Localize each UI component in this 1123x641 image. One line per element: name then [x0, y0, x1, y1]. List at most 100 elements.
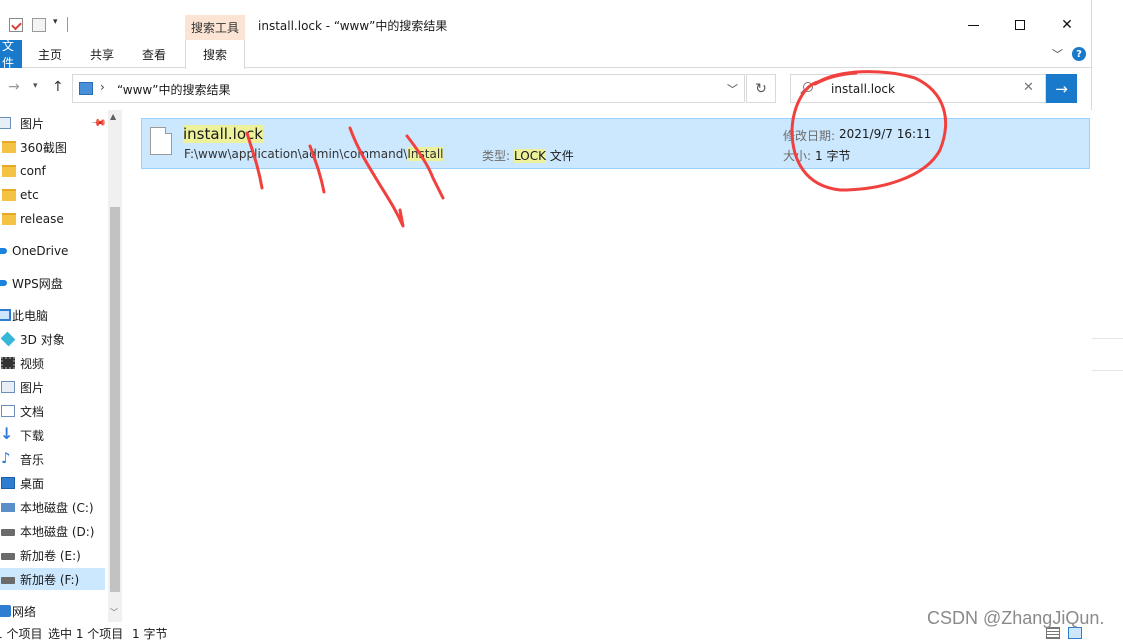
- nav-item-label: 360截图: [20, 140, 67, 155]
- address-dropdown-icon[interactable]: ﹀: [727, 81, 738, 97]
- search-results-icon: [79, 82, 93, 95]
- navigation-pane: 图片 📌 360截图 conf etc release OneDrive WPS…: [0, 110, 122, 622]
- nav-item-label: 桌面: [20, 476, 45, 491]
- minimize-button[interactable]: [950, 10, 996, 40]
- address-row: → ▾ ↑ › “www”中的搜索结果 ﹀ ↻ install.lock ✕ →: [0, 68, 1092, 110]
- watermark: CSDN @ZhangJiQun.: [927, 608, 1105, 628]
- minimize-icon: [967, 24, 979, 26]
- onedrive-icon: [0, 248, 7, 254]
- file-name[interactable]: install.lock: [183, 125, 263, 143]
- recent-locations-icon[interactable]: ▾: [33, 81, 38, 91]
- address-bar[interactable]: › “www”中的搜索结果 ﹀: [72, 74, 745, 103]
- tab-home[interactable]: 主页: [30, 40, 70, 68]
- modified-date-value: 2021/9/7 16:11: [839, 127, 932, 141]
- file-type-value: LOCK 文件: [514, 147, 574, 164]
- close-button[interactable]: ✕: [1044, 10, 1090, 40]
- background-page-strip: [1092, 0, 1123, 641]
- nav-item-label: 3D 对象: [20, 332, 65, 347]
- properties-icon[interactable]: [9, 18, 23, 32]
- close-icon: ✕: [1061, 17, 1073, 33]
- this-pc-icon: [0, 309, 11, 321]
- file-path-match: Install: [407, 147, 444, 161]
- maximize-icon: [1015, 20, 1025, 30]
- download-icon: [0, 424, 15, 443]
- documents-icon: [1, 405, 15, 417]
- background-divider: [1092, 370, 1123, 371]
- nav-item-label: 本地磁盘 (C:): [20, 500, 94, 515]
- search-tools-header: 搜索工具: [185, 15, 245, 40]
- file-path: F:\www\application\admin\command\Install: [184, 147, 444, 161]
- scroll-down-icon[interactable]: ﹀: [110, 607, 118, 618]
- refresh-button[interactable]: ↻: [746, 74, 776, 103]
- search-input-value[interactable]: install.lock: [831, 82, 895, 96]
- scroll-up-icon[interactable]: ▲: [110, 112, 116, 121]
- nav-item-label: release: [20, 212, 64, 226]
- nav-item-label: 图片: [20, 116, 45, 131]
- folder-icon: [2, 189, 16, 201]
- pictures-icon: [1, 381, 15, 393]
- quick-access-separator: [67, 17, 68, 32]
- music-icon: [1, 449, 15, 467]
- file-size-value: 1 字节: [815, 149, 851, 163]
- up-arrow-icon[interactable]: ↑: [52, 79, 64, 95]
- 3d-objects-icon: [0, 331, 16, 347]
- folder-icon: [2, 213, 16, 225]
- search-results-list: install.lock F:\www\application\admin\co…: [122, 110, 1092, 622]
- nav-item-label: conf: [20, 164, 46, 178]
- new-folder-icon[interactable]: [32, 18, 46, 32]
- nav-item-label: OneDrive: [12, 244, 69, 258]
- video-icon: [1, 357, 15, 369]
- file-path-prefix: F:\www\application\admin\command\: [184, 147, 408, 161]
- ribbon-expand-icon[interactable]: ﹀: [1052, 46, 1063, 62]
- nav-pane-scrollbar[interactable]: ▲ ﹀: [108, 110, 122, 622]
- refresh-icon: ↻: [755, 80, 767, 97]
- title-bar: ▾ 搜索工具 install.lock - “www”中的搜索结果 ✕: [0, 0, 1092, 40]
- forward-arrow-icon[interactable]: →: [8, 79, 20, 95]
- cloud-icon: [0, 280, 7, 286]
- nav-item-label: 新加卷 (F:): [20, 572, 80, 587]
- nav-item-label: 本地磁盘 (D:): [20, 524, 95, 539]
- drive-icon: [1, 553, 15, 560]
- folder-icon: [2, 165, 16, 177]
- drive-icon: [1, 577, 15, 584]
- pictures-icon: [0, 117, 11, 129]
- file-type-suffix: 文件: [545, 149, 574, 163]
- clear-search-icon[interactable]: ✕: [1023, 80, 1034, 95]
- nav-item-label: 此电脑: [12, 308, 49, 323]
- maximize-button[interactable]: [997, 10, 1043, 40]
- ribbon-tabs: 文件 主页 共享 查看 搜索 ﹀ ?: [0, 39, 1092, 70]
- tab-view[interactable]: 查看: [134, 40, 174, 68]
- help-icon[interactable]: ?: [1072, 47, 1086, 61]
- file-size-label: 大小:: [783, 149, 812, 163]
- nav-item-label: 新加卷 (E:): [20, 548, 81, 563]
- background-divider: [1092, 338, 1123, 339]
- tab-file[interactable]: 文件: [0, 39, 22, 70]
- search-input[interactable]: install.lock ✕: [790, 74, 1046, 103]
- scrollbar-thumb[interactable]: [110, 207, 120, 592]
- nav-item-label: 文档: [20, 404, 45, 419]
- nav-item-drive-f[interactable]: 新加卷 (F:): [0, 568, 105, 590]
- pin-icon[interactable]: 📌: [90, 115, 107, 132]
- list-item[interactable]: install.lock F:\www\application\admin\co…: [141, 118, 1090, 169]
- modified-date-label: 修改日期:: [783, 129, 836, 143]
- quick-access-dropdown-icon[interactable]: ▾: [53, 17, 58, 27]
- nav-item-label: 音乐: [20, 452, 45, 467]
- window-title: install.lock - “www”中的搜索结果: [258, 19, 448, 33]
- nav-item-label: etc: [20, 188, 39, 202]
- breadcrumb[interactable]: “www”中的搜索结果: [117, 81, 230, 98]
- arrow-right-icon: →: [1055, 79, 1068, 98]
- search-icon: [803, 82, 813, 92]
- tab-share[interactable]: 共享: [82, 40, 122, 68]
- nav-item-label: 网络: [12, 604, 37, 619]
- desktop-icon: [1, 477, 15, 489]
- status-selection: 选中 1 个项目: [48, 627, 124, 641]
- breadcrumb-separator[interactable]: ›: [100, 80, 105, 94]
- nav-item-label: 图片: [20, 380, 45, 395]
- file-explorer-window: ▾ 搜索工具 install.lock - “www”中的搜索结果 ✕ 文件 主…: [0, 0, 1092, 641]
- nav-item-label: WPS网盘: [12, 276, 63, 291]
- search-go-button[interactable]: →: [1046, 74, 1077, 103]
- system-drive-icon: [1, 503, 15, 512]
- network-icon: [0, 605, 11, 617]
- status-selection-size: 1 字节: [132, 627, 168, 641]
- tab-search[interactable]: 搜索: [185, 40, 245, 69]
